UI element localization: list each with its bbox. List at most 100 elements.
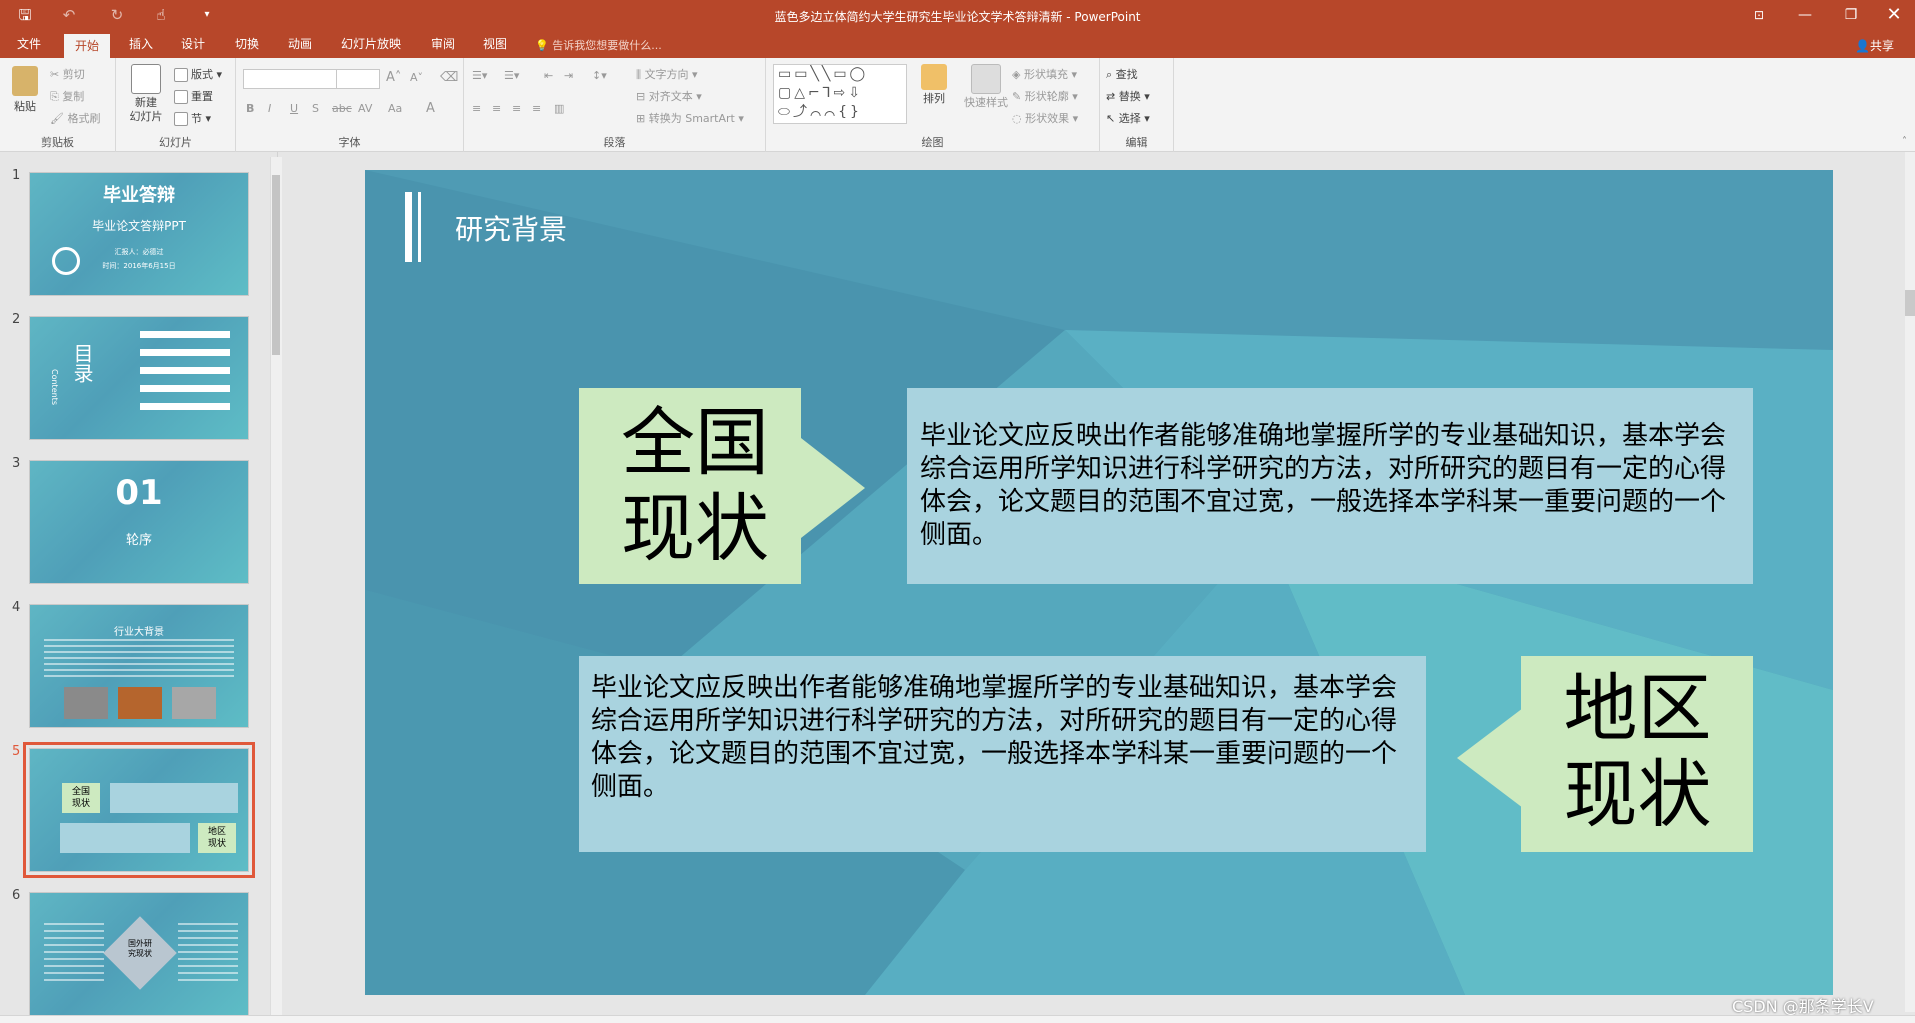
pen-icon: ✎ bbox=[1012, 90, 1022, 103]
paint-bucket-icon: ◈ bbox=[1012, 68, 1021, 81]
align-text-icon: ⊟ bbox=[636, 90, 646, 103]
effects-icon: ◌ bbox=[1012, 112, 1022, 125]
line-spacing-icon[interactable]: ↕▾ bbox=[592, 69, 607, 82]
text-direction-label: 文字方向 bbox=[644, 68, 689, 81]
align-right-icon[interactable]: ≡ bbox=[512, 102, 521, 115]
tab-animations[interactable]: 动画 bbox=[277, 30, 323, 58]
shape-effects-button[interactable]: ◌ 形状效果 ▾ bbox=[1012, 110, 1078, 126]
paste-button[interactable]: 粘贴 bbox=[8, 66, 42, 116]
slide-thumbnail-5[interactable]: 全国 现状 地区 现状 bbox=[23, 742, 255, 878]
align-center-icon[interactable]: ≡ bbox=[492, 102, 501, 115]
format-painter-label: 格式刷 bbox=[67, 112, 101, 125]
slide-thumbnail-pane: 1 毕业答辩 毕业论文答辩PPT 汇报人：必德过 时间：2016年6月15日 2… bbox=[0, 152, 278, 1023]
slide-thumbnail-1[interactable]: 毕业答辩 毕业论文答辩PPT 汇报人：必德过 时间：2016年6月15日 bbox=[29, 172, 249, 296]
bullets-icon[interactable]: ☰▾ bbox=[472, 69, 487, 82]
align-left-icon[interactable]: ≡ bbox=[472, 102, 481, 115]
slide-thumbnail-3[interactable]: 01 轮序 bbox=[29, 460, 249, 584]
change-case-button[interactable]: Aa bbox=[388, 102, 402, 115]
increase-indent-icon[interactable]: ⇥ bbox=[564, 69, 573, 82]
clipboard-group-label: 剪贴板 bbox=[41, 136, 74, 149]
shape-outline-button[interactable]: ✎ 形状轮廓 ▾ bbox=[1012, 88, 1078, 104]
collapse-ribbon-icon[interactable]: ˄ bbox=[1902, 136, 1907, 147]
quick-styles-button[interactable]: 快速样式 bbox=[958, 64, 1014, 110]
close-icon[interactable]: ✕ bbox=[1871, 0, 1915, 30]
numbering-icon[interactable]: ☰▾ bbox=[504, 69, 519, 82]
copy-button[interactable]: ⎘ 复制 bbox=[50, 88, 84, 104]
text-direction-button[interactable]: ⫼ 文字方向 ▾ bbox=[636, 66, 698, 82]
thumb-subtitle: Contents bbox=[50, 369, 59, 405]
columns-icon[interactable]: ▥ bbox=[554, 102, 564, 115]
arrange-icon bbox=[921, 64, 947, 90]
text-shadow-button[interactable]: S bbox=[312, 102, 319, 115]
find-label: 查找 bbox=[1115, 68, 1138, 81]
thumb-text-lines bbox=[44, 923, 104, 983]
replace-button[interactable]: ⇄ 替换 ▾ bbox=[1106, 88, 1150, 104]
find-button[interactable]: ⌕ 查找 bbox=[1106, 66, 1138, 82]
restore-icon[interactable]: ❐ bbox=[1828, 0, 1874, 30]
tab-review[interactable]: 审阅 bbox=[420, 30, 466, 58]
slide-heading[interactable]: 研究背景 bbox=[455, 208, 567, 248]
shape-outline-label: 形状轮廓 bbox=[1024, 90, 1069, 103]
thumbnail-scrollbar-thumb[interactable] bbox=[272, 175, 280, 355]
current-slide[interactable]: 研究背景 全国 现状 毕业论文应反映出作者能够准确地掌握所学的专业基础知识，基本… bbox=[365, 170, 1833, 995]
underline-button[interactable]: U bbox=[290, 102, 298, 115]
tell-me-text: 告诉我您想要做什么... bbox=[552, 39, 662, 52]
ribbon-display-icon[interactable]: ⊡ bbox=[1736, 0, 1782, 30]
toc-bar bbox=[140, 349, 230, 356]
slide-thumbnail-4[interactable]: 行业大背景 bbox=[29, 604, 249, 728]
new-slide-button[interactable]: 新建 幻灯片 bbox=[126, 64, 166, 124]
decrease-indent-icon[interactable]: ⇤ bbox=[544, 69, 553, 82]
font-size-combo[interactable] bbox=[336, 69, 380, 89]
reset-button[interactable]: 重置 bbox=[174, 88, 213, 104]
shrink-font-button[interactable]: A˅ bbox=[410, 71, 423, 84]
replace-icon: ⇄ bbox=[1106, 90, 1116, 103]
lightbulb-icon: 💡 bbox=[535, 39, 549, 52]
grow-font-button[interactable]: A˄ bbox=[386, 70, 401, 85]
section-button[interactable]: 节 ▾ bbox=[174, 110, 211, 126]
strikethrough-button[interactable]: abc bbox=[332, 102, 352, 115]
cut-button[interactable]: ✂ 剪切 bbox=[50, 66, 85, 82]
layout-button[interactable]: 版式 ▾ bbox=[174, 66, 222, 82]
char-spacing-button[interactable]: AV bbox=[358, 102, 372, 115]
tab-file[interactable]: 文件 bbox=[6, 30, 52, 58]
font-color-button[interactable]: A bbox=[426, 101, 435, 116]
tab-view[interactable]: 视图 bbox=[472, 30, 518, 58]
tab-design[interactable]: 设计 bbox=[170, 30, 216, 58]
heading-bar bbox=[405, 192, 412, 262]
magnifier-graphic bbox=[52, 247, 80, 275]
smartart-button[interactable]: ⊞ 转换为 SmartArt ▾ bbox=[636, 110, 744, 126]
share-button[interactable]: 👤共享 bbox=[1855, 37, 1894, 54]
shape-fill-button[interactable]: ◈ 形状填充 ▾ bbox=[1012, 66, 1077, 82]
callout-arrow-right bbox=[801, 438, 865, 538]
tab-home[interactable]: 开始 bbox=[64, 34, 111, 58]
drawing-group-label: 绘图 bbox=[921, 136, 944, 149]
shapes-gallery[interactable]: ▭▭╲╲▭◯ ▢△⌐⅂⇨⇩ ⬭⤴⌒⌒{} bbox=[773, 64, 907, 124]
canvas-scrollbar-thumb[interactable] bbox=[1905, 290, 1915, 316]
clear-format-icon[interactable]: ⌫ bbox=[440, 70, 458, 85]
layout-label: 版式 bbox=[191, 68, 213, 81]
font-name-combo[interactable] bbox=[243, 69, 339, 89]
arrange-button[interactable]: 排列 bbox=[916, 64, 952, 106]
canvas-scrollbar[interactable] bbox=[1905, 152, 1915, 1012]
tell-me-search[interactable]: 💡 告诉我您想要做什么... bbox=[535, 37, 662, 53]
select-button[interactable]: ↖ 选择 ▾ bbox=[1106, 110, 1150, 126]
smartart-icon: ⊞ bbox=[636, 112, 646, 125]
cut-label: 剪切 bbox=[62, 68, 85, 81]
label-national: 全国 现状 bbox=[621, 400, 769, 572]
tab-insert[interactable]: 插入 bbox=[118, 30, 164, 58]
tab-slideshow[interactable]: 幻灯片放映 bbox=[330, 30, 412, 58]
group-editing: ⌕ 查找 ⇄ 替换 ▾ ↖ 选择 ▾ 编辑 bbox=[1100, 58, 1174, 152]
thumb-image bbox=[172, 687, 216, 719]
minimize-icon[interactable]: — bbox=[1782, 0, 1828, 30]
align-text-button[interactable]: ⊟ 对齐文本 ▾ bbox=[636, 88, 702, 104]
italic-button[interactable]: I bbox=[268, 102, 271, 115]
person-icon: 👤 bbox=[1855, 39, 1870, 53]
slide-thumbnail-2[interactable]: 目录 Contents bbox=[29, 316, 249, 440]
format-painter-button[interactable]: 🖌 格式刷 bbox=[50, 110, 100, 126]
tab-transitions[interactable]: 切换 bbox=[224, 30, 270, 58]
section-label: 节 bbox=[191, 112, 202, 125]
bold-button[interactable]: B bbox=[246, 102, 254, 115]
justify-icon[interactable]: ≡ bbox=[532, 102, 541, 115]
slide-thumbnail-6[interactable]: 国外研 究现状 bbox=[29, 892, 249, 1016]
heading-bar-thin bbox=[418, 192, 421, 262]
